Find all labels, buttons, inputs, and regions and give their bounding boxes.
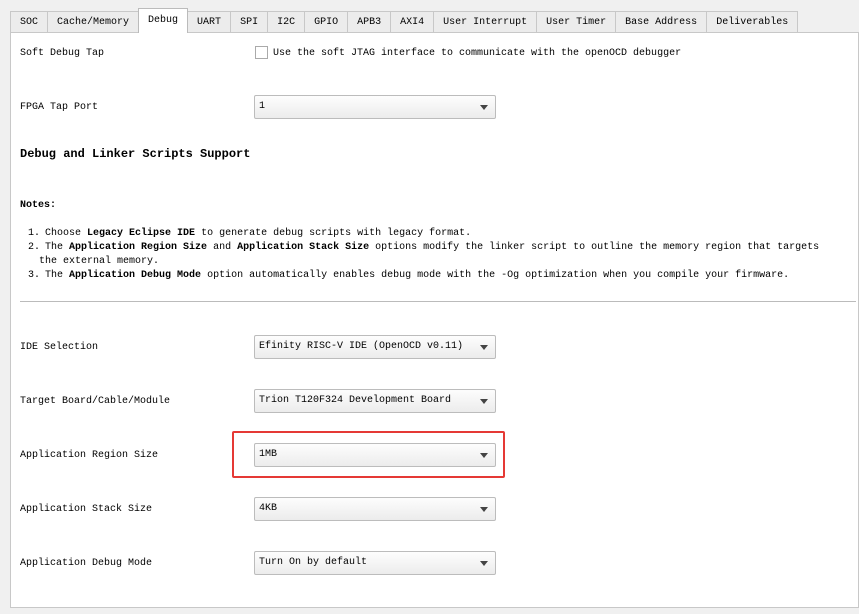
dropdown-value: 1 [259, 101, 266, 112]
soft-debug-tap-label: Soft Debug Tap [20, 48, 105, 59]
tab-debug[interactable]: Debug [138, 8, 189, 33]
tab-user-timer[interactable]: User Timer [536, 11, 617, 33]
tab-i2c[interactable]: I2C [267, 11, 306, 33]
application-stack-size-dropdown[interactable]: 4KB [254, 497, 496, 521]
chevron-down-icon [480, 345, 488, 350]
note-item: 3. The Application Debug Mode option aut… [28, 270, 790, 281]
dropdown-value: Trion T120F324 Development Board [259, 395, 452, 406]
debug-panel: Soft Debug Tap Use the soft JTAG interfa… [10, 32, 859, 608]
chevron-down-icon [480, 561, 488, 566]
fpga-tap-port-label: FPGA Tap Port [20, 102, 99, 113]
highlight-box [232, 431, 505, 478]
soft-debug-tap-checkbox-label[interactable]: Use the soft JTAG interface to communica… [273, 48, 681, 59]
tab-uart[interactable]: UART [187, 11, 232, 33]
chevron-down-icon [480, 399, 488, 404]
target-board-label: Target Board/Cable/Module [20, 396, 171, 407]
tab-cache-memory[interactable]: Cache/Memory [47, 11, 140, 33]
tab-bar: SOC Cache/Memory Debug UART SPI I2C GPIO… [10, 8, 799, 33]
note-item: 2. The Application Region Size and Appli… [28, 242, 820, 267]
tab-axi4[interactable]: AXI4 [390, 11, 435, 33]
tab-soc[interactable]: SOC [10, 11, 49, 33]
note-item: 1. Choose Legacy Eclipse IDE to generate… [28, 228, 472, 239]
application-stack-size-label: Application Stack Size [20, 504, 153, 515]
dropdown-value: 4KB [259, 503, 278, 514]
notes-title: Notes: [20, 200, 57, 211]
chevron-down-icon [480, 105, 488, 110]
ide-selection-label: IDE Selection [20, 342, 99, 353]
chevron-down-icon [480, 507, 488, 512]
application-region-size-label: Application Region Size [20, 450, 159, 461]
tab-gpio[interactable]: GPIO [304, 11, 349, 33]
ide-selection-dropdown[interactable]: Efinity RISC-V IDE (OpenOCD v0.11) [254, 335, 496, 359]
notes-list: 1. Choose Legacy Eclipse IDE to generate… [28, 227, 839, 283]
dropdown-value: Efinity RISC-V IDE (OpenOCD v0.11) [259, 341, 464, 352]
tab-spi[interactable]: SPI [230, 11, 269, 33]
dropdown-value: Turn On by default [259, 557, 368, 568]
tab-user-interrupt[interactable]: User Interrupt [433, 11, 538, 33]
application-debug-mode-dropdown[interactable]: Turn On by default [254, 551, 496, 575]
divider [20, 301, 856, 302]
fpga-tap-port-dropdown[interactable]: 1 [254, 95, 496, 119]
soft-debug-tap-checkbox[interactable] [255, 46, 268, 59]
tab-apb3[interactable]: APB3 [347, 11, 392, 33]
section-title: Debug and Linker Scripts Support [20, 147, 251, 161]
target-board-dropdown[interactable]: Trion T120F324 Development Board [254, 389, 496, 413]
tab-deliverables[interactable]: Deliverables [706, 11, 799, 33]
application-debug-mode-label: Application Debug Mode [20, 558, 153, 569]
tab-base-address[interactable]: Base Address [615, 11, 708, 33]
